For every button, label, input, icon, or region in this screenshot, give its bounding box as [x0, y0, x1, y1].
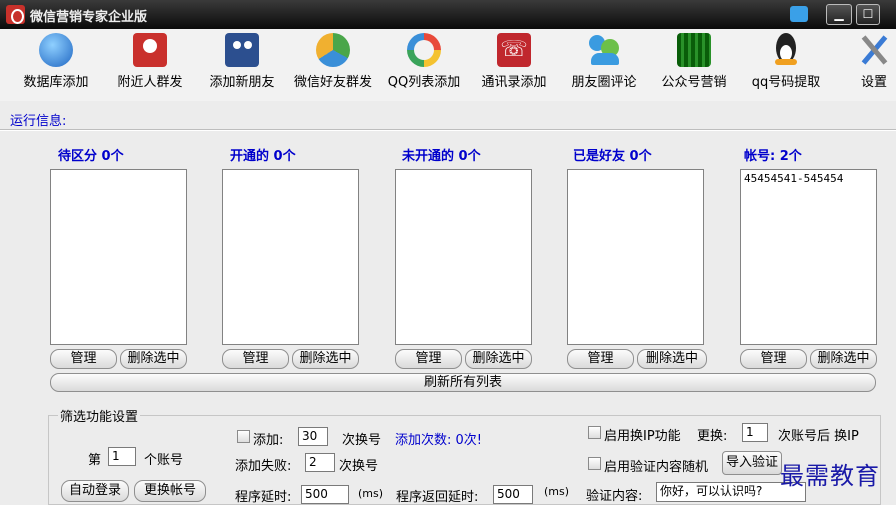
- toolbar-moments-comment[interactable]: 朋友圈评论: [566, 33, 642, 95]
- users-icon: [587, 33, 621, 67]
- auto-login-button[interactable]: 自动登录: [61, 480, 129, 502]
- nth-prefix-label: 第: [88, 453, 102, 468]
- title-bar: 微信营销专家企业版 ▁ ☐: [0, 0, 896, 29]
- list-not-opened[interactable]: [395, 169, 532, 345]
- add-checkbox[interactable]: [237, 430, 250, 443]
- manage-button-opened[interactable]: 管理: [222, 349, 289, 369]
- location-pin-icon: [133, 33, 167, 67]
- add-friend-icon: [225, 33, 259, 67]
- minimize-button[interactable]: ▁: [826, 4, 852, 25]
- column-title-not-opened: 未开通的 0个: [402, 149, 481, 164]
- filter-settings-title: 筛选功能设置: [58, 406, 141, 425]
- column-title-opened: 开通的 0个: [230, 149, 296, 164]
- toolbar-official-account[interactable]: 公众号营销: [656, 33, 732, 95]
- import-verify-button[interactable]: 导入验证: [722, 451, 782, 475]
- toolbar-nearby-broadcast[interactable]: 附近人群发: [112, 33, 188, 95]
- add-label: 添加:: [253, 433, 284, 448]
- toolbar-add-new-friend[interactable]: 添加新朋友: [204, 33, 280, 95]
- column-title-already-friends: 已是好友 0个: [573, 149, 652, 164]
- ip-switch-label: 启用换IP功能: [604, 429, 681, 444]
- nth-account-input[interactable]: 1: [108, 447, 136, 466]
- delete-selected-button-not-opened[interactable]: 删除选中: [465, 349, 532, 369]
- switch-account-button[interactable]: 更换帐号: [134, 480, 206, 502]
- delay-input[interactable]: 500: [301, 485, 349, 504]
- add-count-input[interactable]: 30: [298, 427, 328, 446]
- toolbar-qq-list-add[interactable]: QQ列表添加: [386, 33, 462, 95]
- change-count-input[interactable]: 1: [742, 423, 768, 442]
- return-delay-unit-label: (ms): [544, 485, 570, 498]
- nth-suffix-label: 个账号: [144, 453, 184, 468]
- ip-switch-checkbox[interactable]: [588, 426, 601, 439]
- toolbar-settings[interactable]: 设置: [852, 33, 896, 95]
- delay-label: 程序延时:: [235, 490, 292, 505]
- delete-selected-button-accounts[interactable]: 删除选中: [810, 349, 877, 369]
- delete-selected-button-opened[interactable]: 删除选中: [292, 349, 359, 369]
- app-logo-icon: [6, 5, 25, 24]
- return-delay-input[interactable]: 500: [493, 485, 533, 504]
- refresh-all-lists-button[interactable]: 刷新所有列表: [50, 373, 876, 392]
- tools-icon: [857, 33, 891, 67]
- manage-button-not-opened[interactable]: 管理: [395, 349, 462, 369]
- toolbar: 数据库添加 附近人群发 添加新朋友 微信好友群发 QQ列表添加 ☏ 通讯录添加 …: [0, 29, 896, 101]
- list-already-friends[interactable]: [567, 169, 704, 345]
- manage-button-friends[interactable]: 管理: [567, 349, 634, 369]
- fail-suffix-label: 次换号: [339, 459, 379, 474]
- toolbar-qq-extract[interactable]: qq号码提取: [746, 33, 826, 95]
- watermark: 最需教育: [780, 462, 880, 490]
- list-accounts[interactable]: 45454541-545454: [740, 169, 877, 345]
- phone-icon: ☏: [497, 33, 531, 67]
- manage-button-accounts[interactable]: 管理: [740, 349, 807, 369]
- fail-label: 添加失败:: [235, 459, 292, 474]
- recycle-icon: [316, 33, 350, 67]
- window-title: 微信营销专家企业版: [30, 10, 148, 25]
- return-delay-label: 程序返回延时:: [396, 490, 479, 505]
- change-label: 更换:: [697, 429, 728, 444]
- divider: [0, 129, 896, 131]
- delete-selected-button-friends[interactable]: 删除选中: [637, 349, 707, 369]
- qrcode-icon: [677, 33, 711, 67]
- qq-ring-icon: [407, 33, 441, 67]
- toolbar-wechat-broadcast[interactable]: 微信好友群发: [288, 33, 378, 95]
- verify-content-label: 验证内容:: [586, 489, 643, 504]
- column-title-pending: 待区分 0个: [58, 149, 124, 164]
- column-title-accounts: 帐号: 2个: [744, 149, 802, 164]
- add-suffix-label: 次换号: [342, 433, 382, 448]
- verify-random-label: 启用验证内容随机: [604, 460, 709, 475]
- fail-count-input[interactable]: 2: [305, 453, 335, 472]
- verify-random-checkbox[interactable]: [588, 457, 601, 470]
- globe-icon: [39, 33, 73, 67]
- list-item[interactable]: 45454541-545454: [744, 172, 873, 185]
- change-suffix-label: 次账号后 换IP: [778, 429, 859, 444]
- skin-icon[interactable]: [790, 6, 808, 22]
- add-count-status: 添加次数: 0次!: [395, 433, 482, 448]
- toolbar-contacts-add[interactable]: ☏ 通讯录添加: [476, 33, 552, 95]
- penguin-icon: [769, 33, 803, 67]
- maximize-button[interactable]: ☐: [856, 4, 880, 25]
- delay-unit-label: (ms): [358, 487, 384, 500]
- list-opened[interactable]: [222, 169, 359, 345]
- delete-selected-button-pending[interactable]: 删除选中: [120, 349, 187, 369]
- run-info-label: 运行信息:: [10, 114, 67, 129]
- toolbar-database-add[interactable]: 数据库添加: [18, 33, 94, 95]
- list-pending[interactable]: [50, 169, 187, 345]
- manage-button-pending[interactable]: 管理: [50, 349, 117, 369]
